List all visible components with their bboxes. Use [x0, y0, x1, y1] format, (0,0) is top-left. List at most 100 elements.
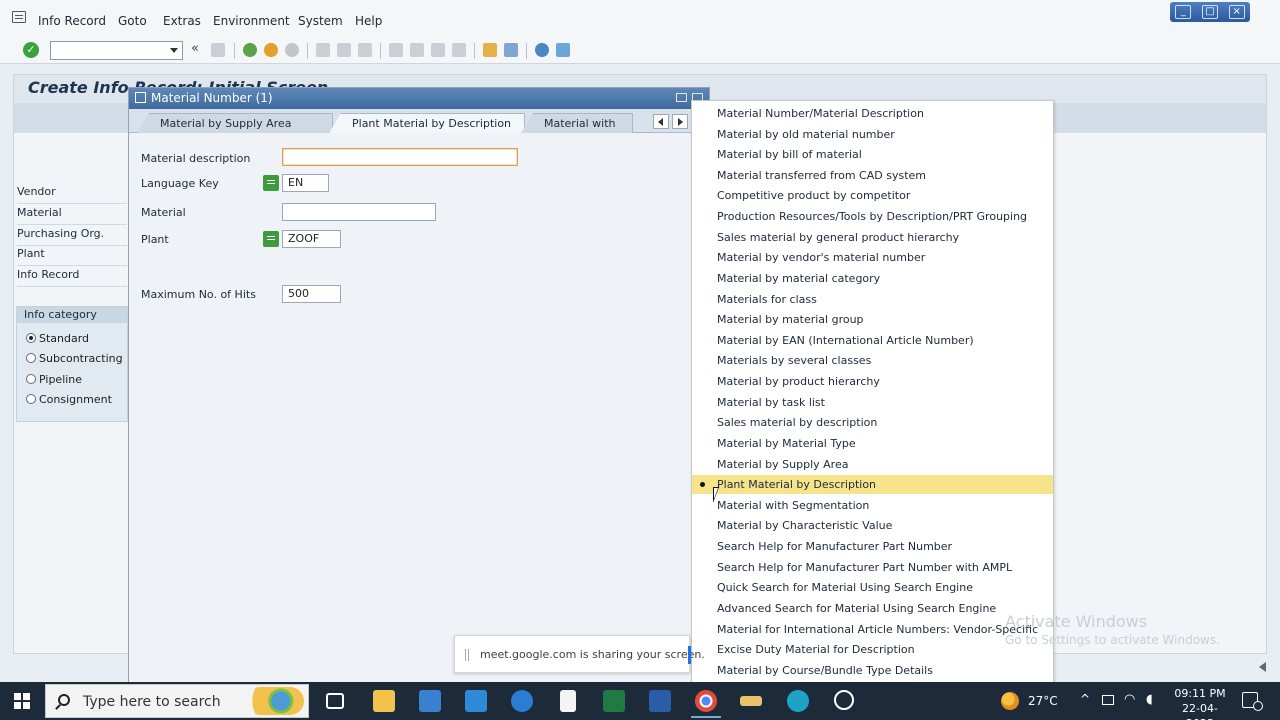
search-help-option[interactable]: Search Help for Manufacturer Part Number… — [692, 558, 1053, 577]
first-page-icon[interactable] — [389, 43, 403, 57]
search-help-option[interactable]: Material by Characteristic Value — [692, 516, 1053, 535]
find-icon[interactable] — [337, 43, 351, 57]
radio-standard[interactable]: Standard — [26, 330, 89, 346]
tab-plant-material-by-description[interactable]: Plant Material by Description — [329, 113, 525, 133]
layout-menu-icon[interactable] — [556, 43, 570, 57]
shortcut-icon[interactable] — [504, 43, 518, 57]
print-icon[interactable] — [316, 43, 330, 57]
snipping-tool-icon[interactable] — [834, 690, 854, 710]
chevron-down-icon[interactable] — [170, 48, 178, 53]
language-key-input[interactable]: EN — [282, 174, 329, 192]
notification-icon[interactable]: 2 — [1242, 692, 1263, 711]
weather-icon[interactable] — [1001, 692, 1019, 710]
menu-icon[interactable] — [12, 11, 26, 23]
task-view-icon[interactable] — [326, 693, 344, 709]
multiple-selection-icon[interactable] — [263, 175, 279, 191]
close-icon[interactable]: × — [1228, 5, 1245, 19]
radio-consignment[interactable]: Consignment — [26, 391, 112, 407]
max-hits-input[interactable]: 500 — [282, 285, 341, 303]
search-help-option[interactable]: Material by Course/Bundle Type Details — [692, 661, 1053, 680]
search-help-option[interactable]: Materials by several classes — [692, 351, 1053, 370]
search-highlight-art-icon[interactable] — [246, 687, 304, 715]
collapse-icon[interactable]: « — [191, 42, 205, 57]
search-help-option[interactable]: Sales material by general product hierar… — [692, 228, 1053, 247]
network-icon[interactable] — [1102, 695, 1114, 705]
tab-scroll-left-icon[interactable] — [653, 114, 669, 129]
search-help-option[interactable]: Quick Search for Material Using Search E… — [692, 578, 1053, 597]
menu-extras[interactable]: Extras — [163, 14, 201, 28]
search-help-option[interactable]: Material by EAN (International Article N… — [692, 331, 1053, 350]
back-icon[interactable] — [243, 43, 257, 57]
command-field[interactable] — [50, 41, 183, 60]
minimize-icon[interactable] — [676, 93, 687, 102]
radio-icon[interactable] — [26, 394, 36, 404]
search-help-option[interactable]: Materials for class — [692, 290, 1053, 309]
microsoft-store-icon[interactable] — [419, 690, 441, 712]
excel-icon[interactable] — [603, 690, 625, 712]
search-help-option[interactable]: Material by material category — [692, 269, 1053, 288]
search-help-option[interactable]: Material with Segmentation — [692, 496, 1053, 515]
material-input[interactable] — [282, 203, 436, 221]
radio-icon[interactable] — [26, 374, 36, 384]
material-description-input[interactable] — [282, 148, 518, 166]
search-help-option[interactable]: Material by product hierarchy — [692, 372, 1053, 391]
find-next-icon[interactable] — [358, 43, 372, 57]
menu-environment[interactable]: Environment — [213, 14, 290, 28]
search-help-option[interactable]: Material by Material Type — [692, 434, 1053, 453]
search-help-option[interactable]: Material Number/Material Description — [692, 104, 1053, 123]
edge-icon[interactable] — [787, 690, 809, 712]
tab-material-with-segmentation[interactable]: Material with Se... — [521, 113, 633, 133]
search-help-option[interactable]: Competitive product by competitor — [692, 186, 1053, 205]
radio-selected-icon[interactable] — [26, 333, 36, 343]
search-help-option[interactable]: Material by Supply Area — [692, 455, 1053, 474]
word-icon[interactable] — [649, 690, 671, 712]
radio-icon[interactable] — [26, 353, 36, 363]
search-help-option[interactable]: Production Resources/Tools by Descriptio… — [692, 207, 1053, 226]
last-page-icon[interactable] — [452, 43, 466, 57]
radio-subcontracting[interactable]: Subcontracting — [26, 350, 123, 366]
search-help-option[interactable]: Material by vendor's material number — [692, 248, 1053, 267]
tab-material-by-supply-area[interactable]: Material by Supply Area — [137, 113, 333, 133]
search-help-option[interactable]: Sales material by description — [692, 413, 1053, 432]
search-help-option[interactable]: Material transferred from CAD system — [692, 166, 1053, 185]
sap-logon-icon[interactable] — [740, 696, 762, 706]
mail-icon[interactable] — [465, 690, 487, 712]
internet-explorer-icon[interactable] — [511, 690, 533, 712]
file-icon[interactable] — [560, 690, 576, 712]
show-hidden-icons-icon[interactable]: ^ — [1080, 692, 1090, 706]
exit-icon[interactable] — [264, 43, 278, 57]
wifi-icon[interactable]: ◠ — [1124, 692, 1135, 707]
clock[interactable]: 09:11 PM 22-04-2023 — [1170, 686, 1230, 720]
cancel-icon[interactable] — [285, 43, 299, 57]
status-bar-toggle-icon[interactable] — [1259, 662, 1266, 672]
search-help-option[interactable]: Plant Material by Description — [692, 475, 1053, 495]
help-icon[interactable] — [535, 43, 549, 57]
save-icon[interactable] — [211, 43, 225, 57]
menu-goto[interactable]: Goto — [118, 14, 147, 28]
search-help-option[interactable]: Material by material group — [692, 310, 1053, 329]
taskbar-search-box[interactable]: Type here to search — [45, 684, 309, 718]
enter-check-icon[interactable]: ✓ — [23, 42, 39, 58]
search-help-option[interactable]: Search Help for Manufacturer Part Number — [692, 537, 1053, 556]
previous-page-icon[interactable] — [410, 43, 424, 57]
tab-scroll-right-icon[interactable] — [672, 114, 688, 129]
create-session-icon[interactable] — [483, 43, 497, 57]
search-help-option[interactable]: Advanced Search for Material Using Searc… — [692, 599, 1053, 618]
maximize-icon[interactable]: □ — [1201, 5, 1218, 19]
search-help-option[interactable]: Material for International Article Numbe… — [692, 620, 1053, 639]
minimize-icon[interactable]: _ — [1175, 5, 1192, 19]
windows-start-icon[interactable] — [14, 693, 30, 709]
plant-input[interactable]: ZOOF — [282, 230, 341, 248]
volume-icon[interactable]: ◖ — [1146, 692, 1153, 707]
drag-handle-icon[interactable] — [465, 649, 469, 661]
temperature-text[interactable]: 27°C — [1028, 694, 1058, 708]
next-page-icon[interactable] — [431, 43, 445, 57]
search-help-option[interactable]: Material by task list — [692, 393, 1053, 412]
search-help-option[interactable]: Excise Duty Material for Description — [692, 640, 1053, 659]
menu-system[interactable]: System — [298, 14, 343, 28]
search-help-option[interactable]: Material by old material number — [692, 125, 1053, 144]
radio-pipeline[interactable]: Pipeline — [26, 371, 82, 387]
search-help-option[interactable]: Material by bill of material — [692, 145, 1053, 164]
menu-info-record[interactable]: Info Record — [38, 14, 106, 28]
multiple-selection-icon[interactable] — [263, 231, 279, 247]
